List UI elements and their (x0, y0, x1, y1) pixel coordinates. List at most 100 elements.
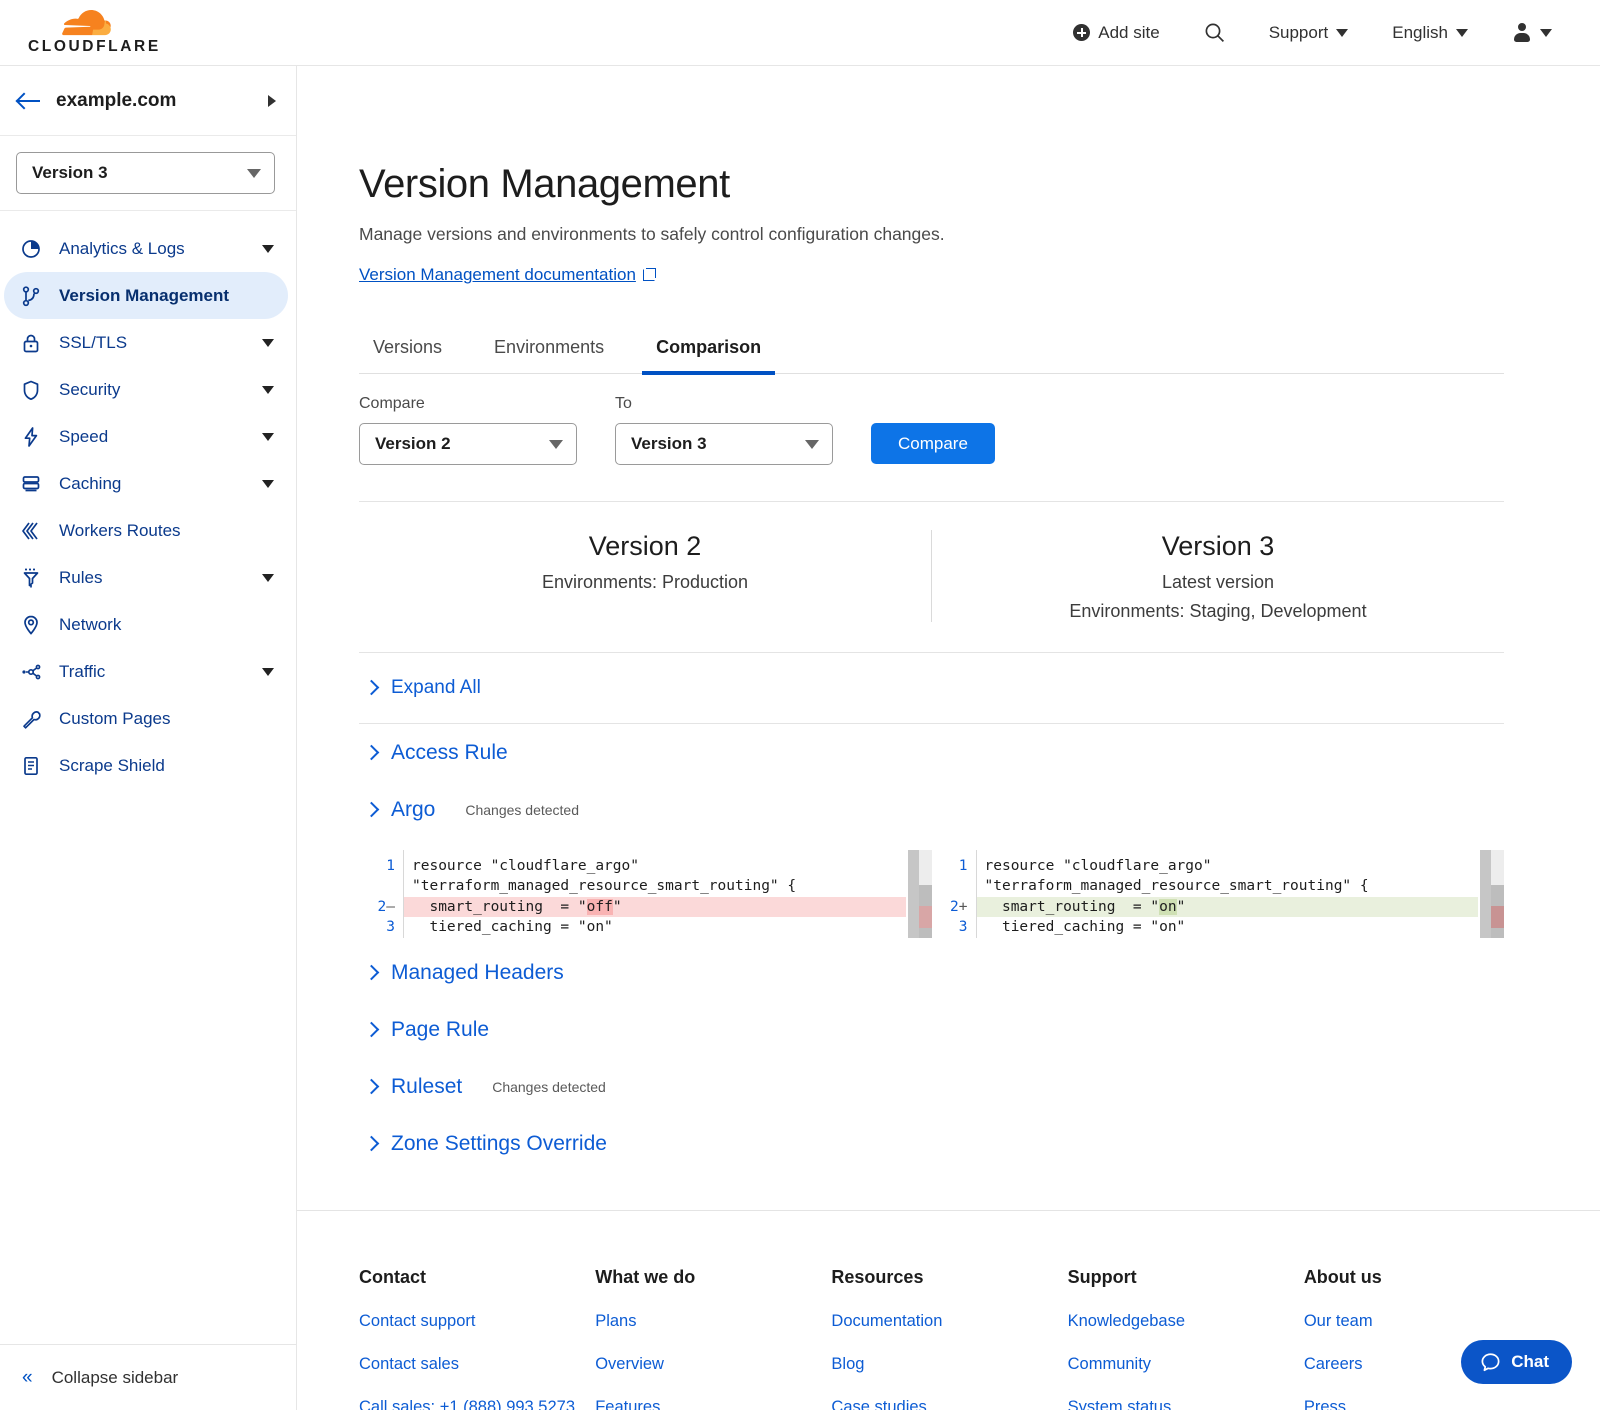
diff-line: resource "cloudflare_argo" (984, 857, 1212, 874)
diff-minimap-right[interactable] (1491, 849, 1504, 938)
chat-button[interactable]: Chat (1461, 1340, 1572, 1384)
footer-link[interactable]: Community (1068, 1353, 1304, 1377)
sidebar-item-version-management[interactable]: Version Management (4, 272, 288, 319)
pie-chart-icon (22, 239, 40, 258)
sidebar-item-caching[interactable]: Caching (4, 460, 288, 507)
diff-line: "terraform_managed_resource_smart_routin… (412, 878, 797, 895)
sidebar-version-select[interactable]: Version 3 (16, 152, 275, 194)
sidebar-item-label: Speed (59, 426, 109, 446)
document-icon (24, 756, 38, 775)
section-zone-settings-override[interactable]: Zone Settings Override (359, 1115, 1504, 1172)
tab-versions[interactable]: Versions (359, 337, 456, 373)
footer-column-support: Support Knowledgebase Community System stat… (1068, 1267, 1304, 1410)
cloudflare-logo[interactable]: CLOUDFLARE (28, 10, 161, 55)
section-access-rule[interactable]: Access Rule (359, 724, 1504, 781)
chevron-down-icon (262, 573, 274, 582)
language-menu[interactable]: English (1370, 23, 1490, 43)
site-name-label: example.com (56, 89, 177, 111)
version-left-title: Version 2 (588, 531, 702, 561)
footer-link[interactable]: Contact support (359, 1310, 595, 1334)
documentation-link-row: Version Management documentation (359, 265, 1504, 285)
footer-link[interactable]: Press (1304, 1396, 1540, 1410)
section-label: Zone Settings Override (391, 1131, 607, 1155)
sidebar-item-workers-routes[interactable]: Workers Routes (4, 507, 288, 554)
to-version-select[interactable]: Version 3 (615, 423, 833, 465)
section-argo[interactable]: Argo Changes detected (359, 781, 1504, 838)
tab-comparison[interactable]: Comparison (642, 337, 776, 375)
chevron-down-icon (1456, 28, 1468, 37)
footer-link[interactable]: Features (595, 1396, 831, 1410)
version-right-title: Version 3 (1161, 531, 1275, 561)
collapse-sidebar-button[interactable]: « Collapse sidebar (0, 1344, 296, 1410)
sidebar-item-scrape-shield[interactable]: Scrape Shield (4, 742, 288, 789)
footer-link[interactable]: Contact sales (359, 1353, 595, 1377)
top-navigation-bar: CLOUDFLARE Add site Support English (0, 0, 1600, 66)
diff-line-number (359, 876, 395, 897)
search-icon (1205, 23, 1224, 43)
section-ruleset[interactable]: Ruleset Changes detected (359, 1058, 1504, 1115)
diff-line-number: 2+ (950, 898, 968, 915)
version-left-meta: Environments: Production (541, 571, 749, 592)
section-managed-headers[interactable]: Managed Headers (359, 944, 1504, 1001)
compare-field: Compare Version 2 (359, 395, 577, 465)
diff-code-left: resource "cloudflare_argo" "terraform_man… (403, 849, 906, 938)
cloudflare-cloud-icon (50, 10, 112, 36)
version-headers: Version 2 Environments: Production Versi… (359, 502, 1504, 652)
version-header-left: Version 2 Environments: Production (359, 530, 931, 622)
chevron-right-icon (363, 964, 380, 981)
sidebar-item-label: Caching (59, 473, 122, 493)
page-subtitle: Manage versions and environments to safe… (359, 224, 945, 244)
section-page-rule[interactable]: Page Rule (359, 1001, 1504, 1058)
footer-link[interactable]: Knowledgebase (1068, 1310, 1304, 1334)
diff-minimap-left[interactable] (918, 849, 932, 938)
double-chevron-left-icon: « (22, 1367, 33, 1388)
sidebar-item-ssl-tls[interactable]: SSL/TLS (4, 319, 288, 366)
chevron-right-icon (363, 1021, 380, 1038)
footer-link[interactable]: Plans (595, 1310, 831, 1334)
sidebar-item-analytics-logs[interactable]: Analytics & Logs (4, 225, 288, 272)
sidebar-item-label: Analytics & Logs (59, 238, 185, 258)
sidebar-item-security[interactable]: Security (4, 366, 288, 413)
documentation-link[interactable]: Version Management documentation (359, 265, 636, 284)
compare-version-value: Version 2 (375, 434, 451, 453)
footer-link[interactable]: System status (1068, 1396, 1304, 1410)
tab-environments[interactable]: Environments (480, 337, 618, 373)
footer-link[interactable]: Case studies (831, 1396, 1067, 1410)
version-header-right: Version 3 Latest version Environments: S… (931, 530, 1504, 622)
add-site-button[interactable]: Add site (1051, 23, 1181, 43)
diff-scrollbar-right[interactable] (1480, 849, 1491, 938)
search-button[interactable] (1182, 22, 1247, 43)
support-menu[interactable]: Support (1247, 23, 1371, 43)
diff-line: tiered_caching = "on" (412, 919, 613, 936)
diff-scrollbar-left[interactable] (907, 849, 919, 938)
sidebar-item-network[interactable]: Network (4, 601, 288, 648)
account-menu[interactable] (1490, 22, 1574, 43)
sidebar-item-label: Workers Routes (59, 520, 181, 540)
footer-heading: About us (1303, 1266, 1382, 1287)
sidebar-item-speed[interactable]: Speed (4, 413, 288, 460)
chevron-down-icon (262, 479, 274, 488)
footer-link[interactable]: Call sales: +1 (888) 993 5273 (359, 1396, 595, 1410)
footer-link[interactable]: Our team (1304, 1310, 1540, 1334)
diff-line: smart_routing = "off" (404, 896, 906, 918)
diff-code-right: resource "cloudflare_argo" "terraform_man… (975, 849, 1478, 938)
sidebar-item-custom-pages[interactable]: Custom Pages (4, 695, 288, 742)
sidebar-item-label: Scrape Shield (59, 755, 165, 775)
arrow-left-icon[interactable] (18, 92, 40, 110)
sidebar-item-rules[interactable]: Rules (4, 554, 288, 601)
chevron-down-icon (247, 168, 261, 178)
sidebar: example.com Version 3 Analytics & Logs Ve… (0, 66, 297, 1410)
wrench-icon (23, 710, 41, 729)
sidebar-item-traffic[interactable]: Traffic (4, 648, 288, 695)
footer-link[interactable]: Blog (831, 1353, 1067, 1377)
footer-link[interactable]: Overview (595, 1353, 831, 1377)
compare-version-select[interactable]: Version 2 (359, 423, 577, 465)
footer-link[interactable]: Documentation (831, 1310, 1067, 1334)
expand-all-toggle[interactable]: Expand All (359, 653, 1504, 723)
chat-label: Chat (1511, 1352, 1549, 1371)
compare-button[interactable]: Compare (871, 423, 995, 464)
site-selector[interactable]: example.com (0, 66, 296, 136)
diff-line-number: 3 (386, 919, 395, 936)
database-icon (22, 475, 40, 491)
diff-line-number: 3 (958, 919, 968, 936)
